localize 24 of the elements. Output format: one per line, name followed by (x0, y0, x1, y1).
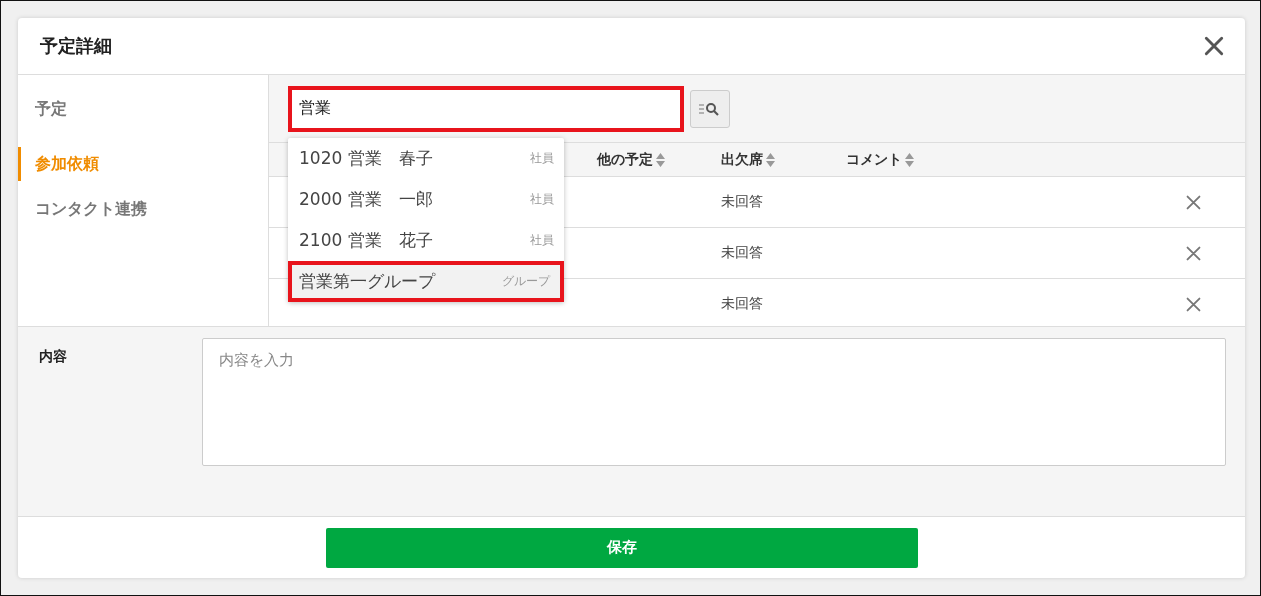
table-cell-text: 未回答 (721, 193, 764, 211)
sort-icon[interactable] (656, 152, 665, 167)
suggestion-item[interactable]: 2000 営業 一郎 社員 (288, 179, 564, 220)
table-cell-text: 未回答 (721, 244, 764, 262)
column-header: コメント (846, 150, 902, 169)
sidebar-item[interactable]: コンタクト連携 (18, 197, 268, 252)
suggestion-item[interactable]: 1020 営業 春子 社員 (288, 138, 564, 179)
sort-icon[interactable] (905, 152, 914, 167)
suggestion-item[interactable]: 2100 営業 花子 社員 (288, 220, 564, 261)
column-header: 他の予定 (597, 150, 653, 169)
list-search-icon (699, 101, 721, 116)
dialog-title: 予定詳細 (40, 34, 112, 58)
search-button[interactable] (690, 89, 730, 128)
column-header: 出欠席 (721, 150, 763, 169)
remove-icon[interactable] (1185, 193, 1202, 211)
close-icon[interactable] (1203, 35, 1225, 57)
table-cell-text: 未回答 (721, 295, 764, 313)
content-field[interactable]: 内容を入力 (202, 338, 1226, 466)
remove-icon[interactable] (1185, 295, 1202, 313)
search-field[interactable]: 営業 (288, 85, 684, 132)
field-label: 内容 (39, 347, 68, 366)
sort-icon[interactable] (766, 152, 775, 167)
suggestion-item[interactable]: 営業第一グループ グループ (288, 261, 564, 302)
remove-icon[interactable] (1185, 244, 1202, 262)
